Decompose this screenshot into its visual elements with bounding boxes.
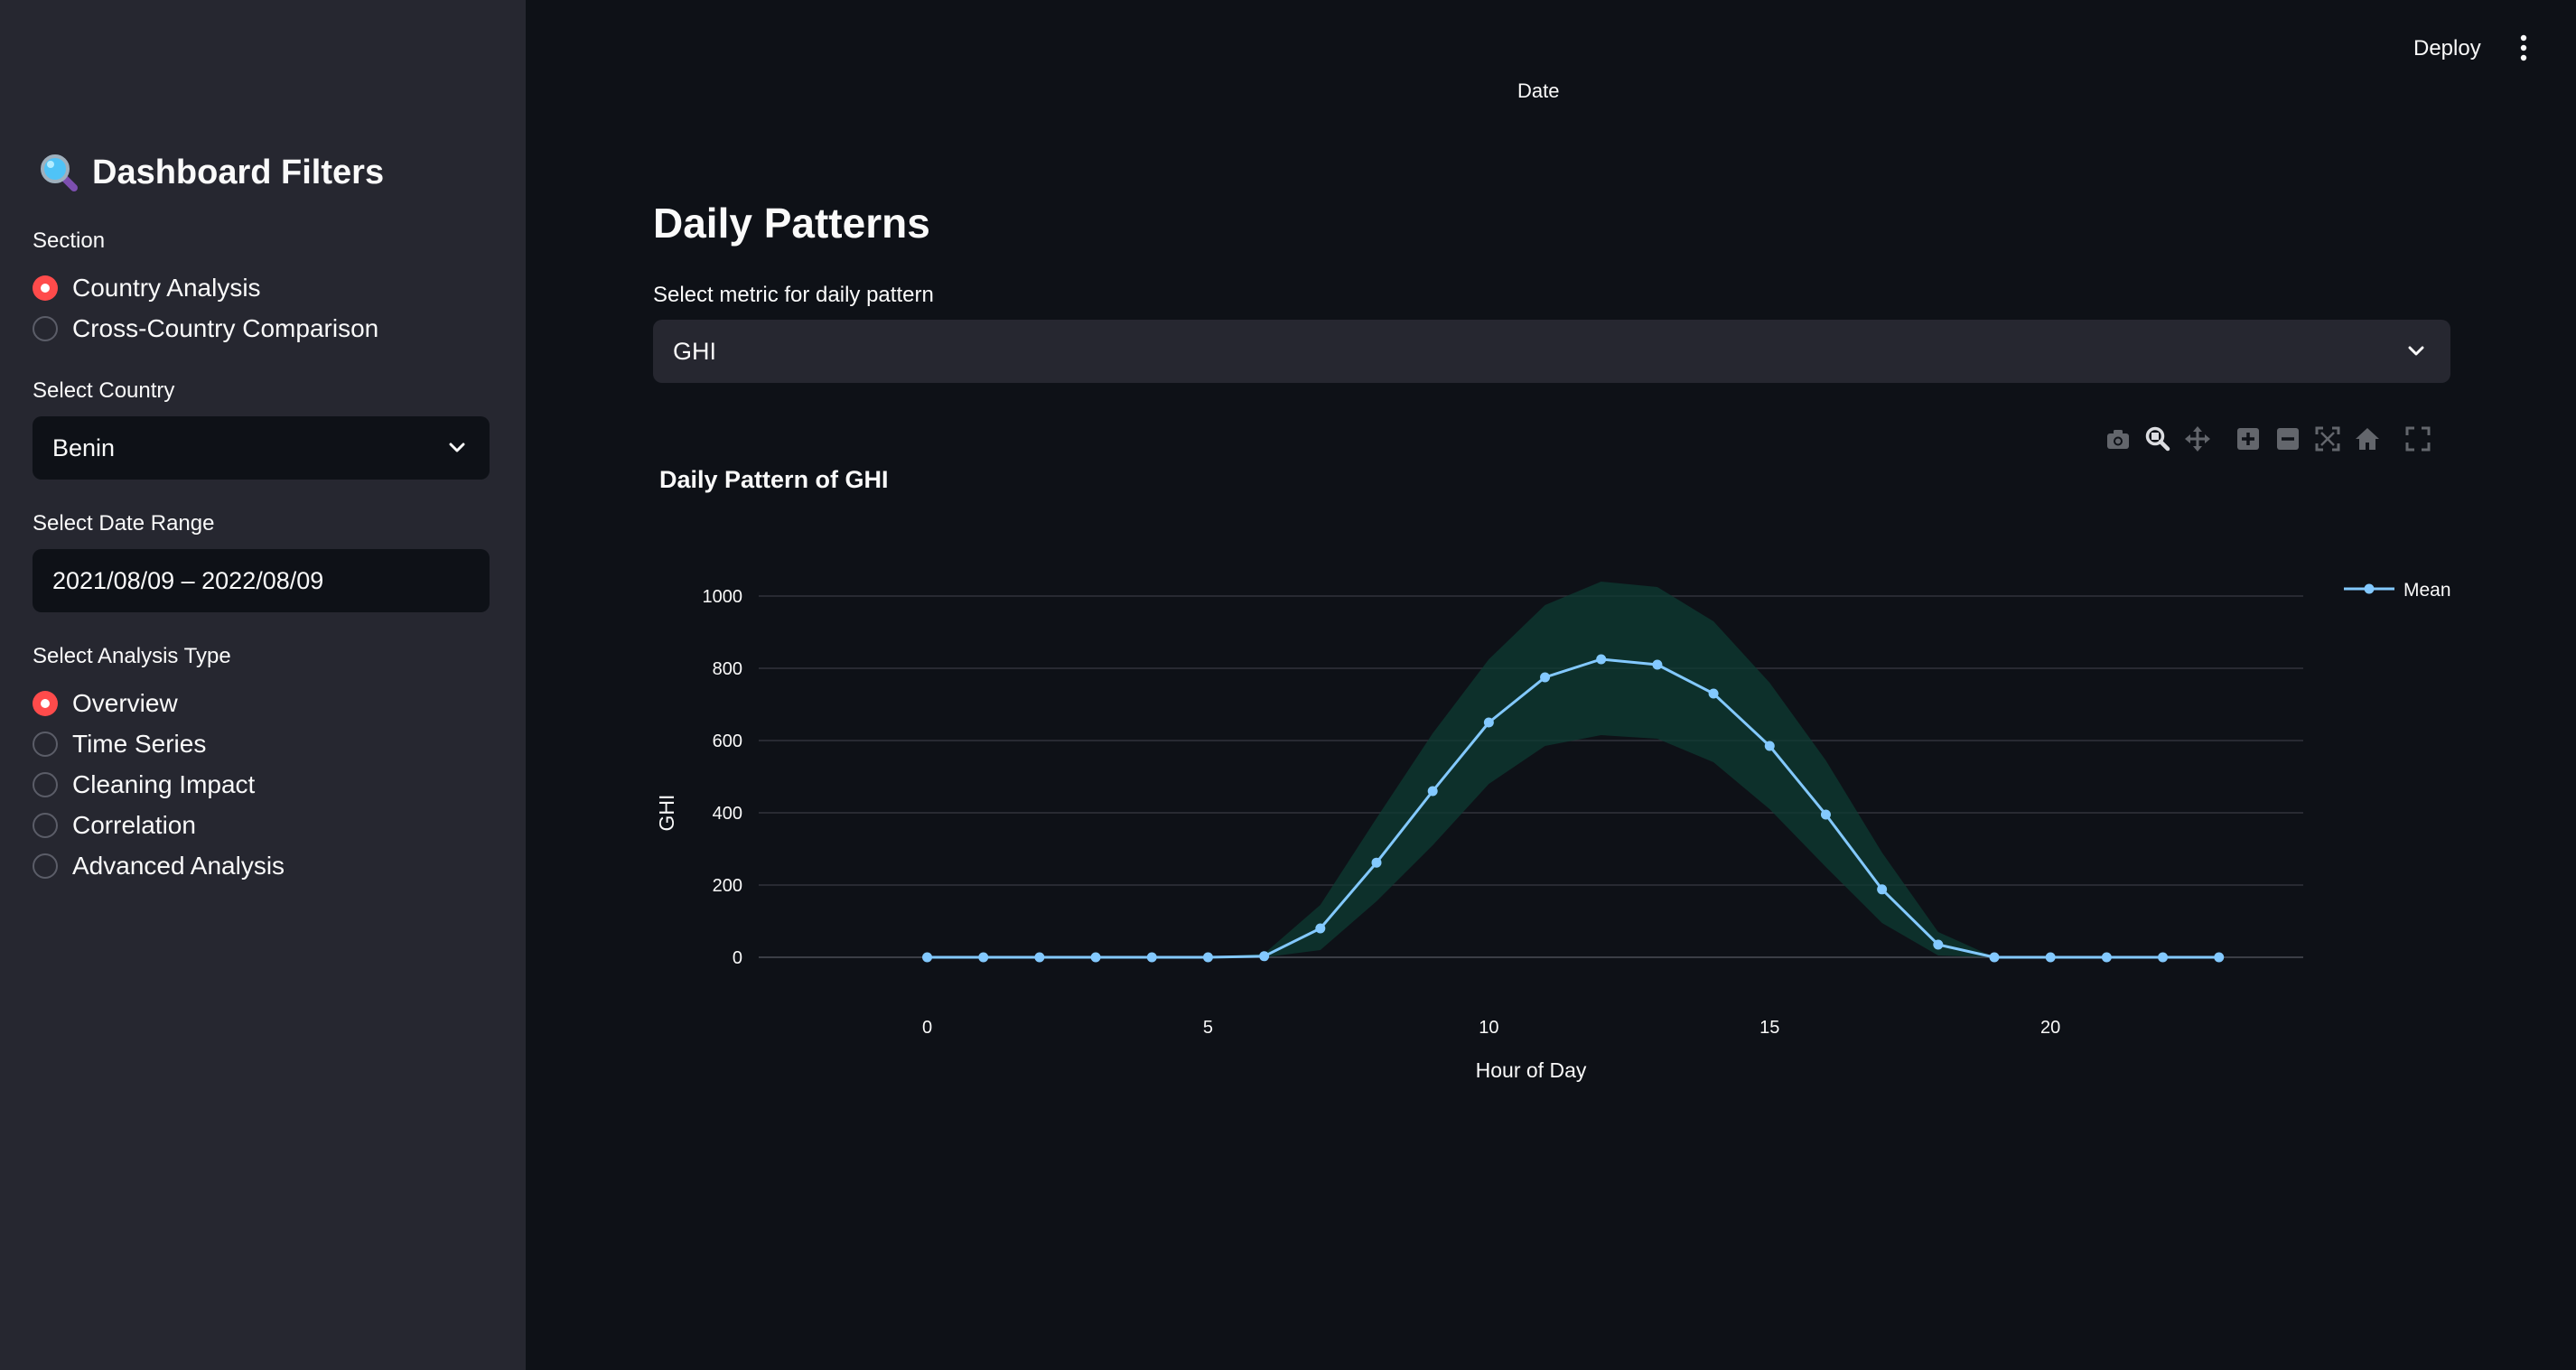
mean-data-point [922,952,933,963]
chart-modebar [2105,421,2444,457]
mean-data-point [2045,952,2056,963]
date-range-label: Select Date Range [33,511,215,536]
radio-label: Country Analysis [72,273,261,302]
radio-label: Advanced Analysis [72,851,285,880]
radio-cross-country-comparison[interactable]: Cross-Country Comparison [33,308,378,349]
legend-marker [2364,583,2375,594]
mean-data-point [1820,809,1831,820]
y-tick-label: 400 [713,804,742,824]
radio-advanced-analysis[interactable]: Advanced Analysis [33,845,285,886]
mean-data-point [1427,786,1438,797]
y-tick-label: 200 [713,876,742,896]
radio-country-analysis[interactable]: Country Analysis [33,267,378,308]
previous-chart-axis-label: Date [1517,79,1560,102]
radio-label: Overview [72,688,178,717]
mean-data-point [1708,688,1719,699]
metric-select-label: Select metric for daily pattern [653,283,934,307]
x-tick-label: 10 [1479,1018,1498,1038]
daily-pattern-chart: 0 200 400 600 800 1000 0 5 10 15 20 Hour of Day GHI M… [655,580,2451,1082]
sidebar-title: Dashboard Filters [38,152,384,193]
mean-data-point [1259,951,1270,962]
reset-axes-icon[interactable] [2354,425,2381,452]
mean-data-point [1652,659,1663,670]
radio-label: Cleaning Impact [72,769,256,798]
pan-icon[interactable] [2184,425,2211,452]
mean-data-point [1202,952,1213,963]
y-tick-label: 0 [733,948,742,968]
radio-cleaning-impact[interactable]: Cleaning Impact [33,764,285,805]
chevron-down-icon [2408,346,2424,356]
mean-data-point [2158,952,2169,963]
x-axis-title: Hour of Day [1476,1058,1587,1082]
radio-label: Cross-Country Comparison [72,313,379,342]
mean-data-point [1034,952,1045,963]
sidebar: Dashboard Filters Section Country Analys… [0,0,526,1370]
section-label: Section [33,228,106,253]
mean-data-point [1933,939,1944,950]
radio-indicator [33,315,58,341]
date-range-value: 2021/08/09 – 2022/08/09 [52,566,324,594]
mean-data-point [1540,672,1551,683]
radio-selected-indicator [33,275,58,301]
zoom-in-icon[interactable] [2235,425,2262,452]
mean-data-point [2101,952,2112,963]
country-select-value: Benin [52,433,116,461]
metric-select[interactable]: GHI [653,320,2450,383]
zoom-out-icon[interactable] [2274,425,2301,452]
mean-data-point [1877,884,1888,895]
mean-data-point [2214,952,2225,963]
radio-correlation[interactable]: Correlation [33,805,285,845]
mean-data-point [1764,741,1775,751]
metric-select-value: GHI [673,337,717,365]
fullscreen-icon[interactable] [2404,425,2431,452]
radio-overview[interactable]: Overview [33,683,285,723]
radio-indicator [33,771,58,797]
page-title: Daily Patterns [653,200,930,247]
mean-data-point [1146,952,1157,963]
radio-indicator [33,812,58,838]
section-radio-group: Country Analysis Cross-Country Compariso… [33,267,378,349]
radio-indicator [33,853,58,879]
y-axis-title: GHI [655,795,678,832]
analysis-type-label: Select Analysis Type [33,644,231,668]
y-tick-label: 600 [713,732,742,751]
mean-data-point [1315,923,1326,934]
autoscale-icon[interactable] [2314,425,2341,452]
mean-data-point [1090,952,1101,963]
x-tick-label: 0 [922,1018,932,1038]
mean-data-point [1371,857,1382,868]
mean-data-point [1596,654,1607,665]
mean-data-point [1483,717,1494,728]
zoom-icon[interactable] [2144,425,2171,452]
chart-title: Daily Pattern of GHI [659,466,889,493]
radio-label: Correlation [72,810,196,839]
country-label: Select Country [33,378,175,403]
radio-label: Time Series [72,729,207,758]
radio-selected-indicator [33,690,58,716]
radio-time-series[interactable]: Time Series [33,723,285,764]
std-band-area [927,582,2219,957]
date-range-input[interactable]: 2021/08/09 – 2022/08/09 [33,549,490,612]
mean-data-point [978,952,989,963]
camera-icon[interactable] [2105,425,2132,452]
x-tick-label: 5 [1203,1018,1213,1038]
country-select[interactable]: Benin [33,416,490,480]
more-options-icon[interactable] [2516,33,2531,63]
x-tick-label: 20 [2040,1018,2060,1038]
radio-indicator [33,731,58,757]
x-tick-label: 15 [1759,1018,1779,1038]
y-tick-label: 800 [713,659,742,679]
chevron-down-icon [449,443,465,452]
y-tick-label: 1000 [703,587,743,607]
deploy-button[interactable]: Deploy [2413,36,2481,61]
analysis-radio-group: Overview Time Series Cleaning Impact Cor… [33,683,285,886]
magnifying-glass-icon [41,154,78,191]
mean-data-point [1989,952,2000,963]
sidebar-title-text: Dashboard Filters [92,153,385,191]
legend-label-mean: Mean [2403,580,2451,601]
